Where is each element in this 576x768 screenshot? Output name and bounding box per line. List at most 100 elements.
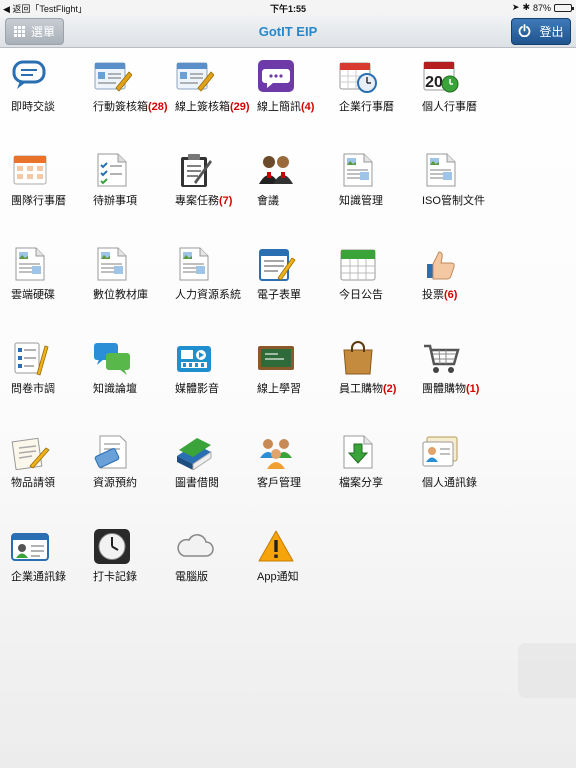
app-label-text: 知識論壇 [93, 383, 137, 395]
app-label: 即時交談 [11, 98, 55, 114]
app-item[interactable]: 問卷市調 [0, 330, 82, 400]
paper-pencil-icon [10, 434, 50, 470]
app-label: 打卡記錄 [93, 568, 137, 584]
app-label-text: 電子表單 [257, 289, 301, 301]
app-label: 個人行事曆 [422, 98, 477, 114]
app-label: 線上簽核箱(29) [175, 98, 250, 114]
battery-icon [554, 3, 574, 12]
app-label: 檔案分享 [339, 474, 383, 490]
shopping-bag-icon [338, 340, 378, 376]
app-item[interactable]: 個人通訊錄 [411, 424, 493, 494]
app-item[interactable]: 客戶管理 [246, 424, 328, 494]
app-item[interactable]: 電子表單 [246, 236, 328, 306]
app-label-text: 員工購物 [339, 383, 383, 395]
app-label: 問卷市調 [11, 380, 55, 396]
reservation-icon [92, 434, 132, 470]
notepad-pencil-icon [256, 246, 296, 282]
count-badge: (2) [383, 383, 397, 395]
app-label: 行動簽核箱(28) [93, 98, 168, 114]
app-item[interactable]: 行動簽核箱(28) [82, 48, 168, 118]
clipboard-icon [174, 152, 214, 188]
app-item[interactable]: 媒體影音 [164, 330, 246, 400]
app-label-text: 團體購物 [422, 383, 466, 395]
app-label-text: 問卷市調 [11, 383, 55, 395]
document-image-icon [338, 152, 378, 188]
app-label-text: 數位教材庫 [93, 289, 148, 301]
app-item[interactable]: 20 個人行事曆 [411, 48, 493, 118]
app-label-text: 行動簽核箱 [93, 101, 148, 113]
app-item[interactable]: 團隊行事曆 [0, 142, 82, 212]
app-label-text: 線上學習 [257, 383, 301, 395]
app-item[interactable]: 檔案分享 [328, 424, 410, 494]
app-label-text: 打卡記錄 [93, 571, 137, 583]
app-label: 今日公告 [339, 286, 383, 302]
app-label-text: 待辦事項 [93, 195, 137, 207]
app-label-text: 個人通訊錄 [422, 477, 477, 489]
app-label: 投票(6) [422, 286, 457, 302]
app-item[interactable]: 待辦事項 [82, 142, 164, 212]
battery-percent: 87% [532, 2, 551, 13]
app-label-text: 個人行事曆 [422, 101, 477, 113]
app-label-text: 今日公告 [339, 289, 383, 301]
count-badge: (4) [301, 101, 315, 113]
shopping-cart-icon [421, 340, 461, 376]
app-item[interactable]: 企業行事曆 [328, 48, 410, 118]
chalkboard-icon [256, 340, 296, 376]
app-item[interactable]: 圖書借閱 [164, 424, 246, 494]
contact-card-icon [421, 434, 461, 470]
app-label: 數位教材庫 [93, 286, 148, 302]
app-label: 知識論壇 [93, 380, 137, 396]
floating-assistive-button[interactable] [518, 643, 576, 698]
app-item[interactable]: 知識管理 [328, 142, 410, 212]
app-item[interactable]: 物品請領 [0, 424, 82, 494]
app-label-text: 知識管理 [339, 195, 383, 207]
app-item[interactable]: 資源預約 [82, 424, 164, 494]
app-item[interactable]: 專案任務(7) [164, 142, 246, 212]
cloud-icon [174, 528, 214, 564]
app-label-text: ISO管制文件 [422, 195, 485, 207]
app-label-text: 媒體影音 [175, 383, 219, 395]
app-item[interactable]: 人力資源系統 [164, 236, 246, 306]
app-item[interactable]: 數位教材庫 [82, 236, 164, 306]
status-right: ➤ ✱ 87% [512, 2, 574, 13]
app-label: 物品請領 [11, 474, 55, 490]
app-item[interactable]: ISO管制文件 [411, 142, 493, 212]
app-label: ISO管制文件 [422, 192, 485, 208]
app-item[interactable]: 投票(6) [411, 236, 493, 306]
people-meeting-icon [256, 152, 296, 188]
app-item[interactable]: 電腦版 [164, 518, 246, 588]
app-label-text: 人力資源系統 [175, 289, 241, 301]
app-item[interactable]: App通知 [246, 518, 328, 588]
app-label-text: 企業行事曆 [339, 101, 394, 113]
app-item[interactable]: 打卡記錄 [82, 518, 164, 588]
app-item[interactable]: 線上簽核箱(29) [164, 48, 250, 118]
count-badge: (6) [444, 289, 458, 301]
app-label: 團隊行事曆 [11, 192, 66, 208]
document-image-icon [92, 246, 132, 282]
app-item[interactable]: 今日公告 [328, 236, 410, 306]
app-item[interactable]: 知識論壇 [82, 330, 164, 400]
people-group-icon [256, 434, 296, 470]
app-label-text: 會議 [257, 195, 279, 207]
thumbs-up-icon [421, 246, 461, 282]
app-item[interactable]: 雲端硬碟 [0, 236, 82, 306]
app-label: 團體購物(1) [422, 380, 479, 396]
app-label-text: 檔案分享 [339, 477, 383, 489]
app-item[interactable]: 線上簡訊(4) [246, 48, 328, 118]
app-item[interactable]: 會議 [246, 142, 328, 212]
form-pen-icon [92, 58, 132, 94]
app-item[interactable]: 企業通訊錄 [0, 518, 82, 588]
chat-bubble-icon [10, 58, 50, 94]
app-item[interactable]: 線上學習 [246, 330, 328, 400]
svg-text:20: 20 [425, 74, 443, 91]
app-label: 電腦版 [175, 568, 208, 584]
app-item[interactable]: 即時交談 [0, 48, 82, 118]
app-item[interactable]: 員工購物(2) [328, 330, 410, 400]
id-card-icon [10, 528, 50, 564]
app-label: 個人通訊錄 [422, 474, 477, 490]
logout-button[interactable]: 登出 [511, 18, 571, 45]
app-item[interactable]: 團體購物(1) [411, 330, 493, 400]
warning-icon [256, 528, 296, 564]
app-label-text: 即時交談 [11, 101, 55, 113]
app-label: 客戶管理 [257, 474, 301, 490]
